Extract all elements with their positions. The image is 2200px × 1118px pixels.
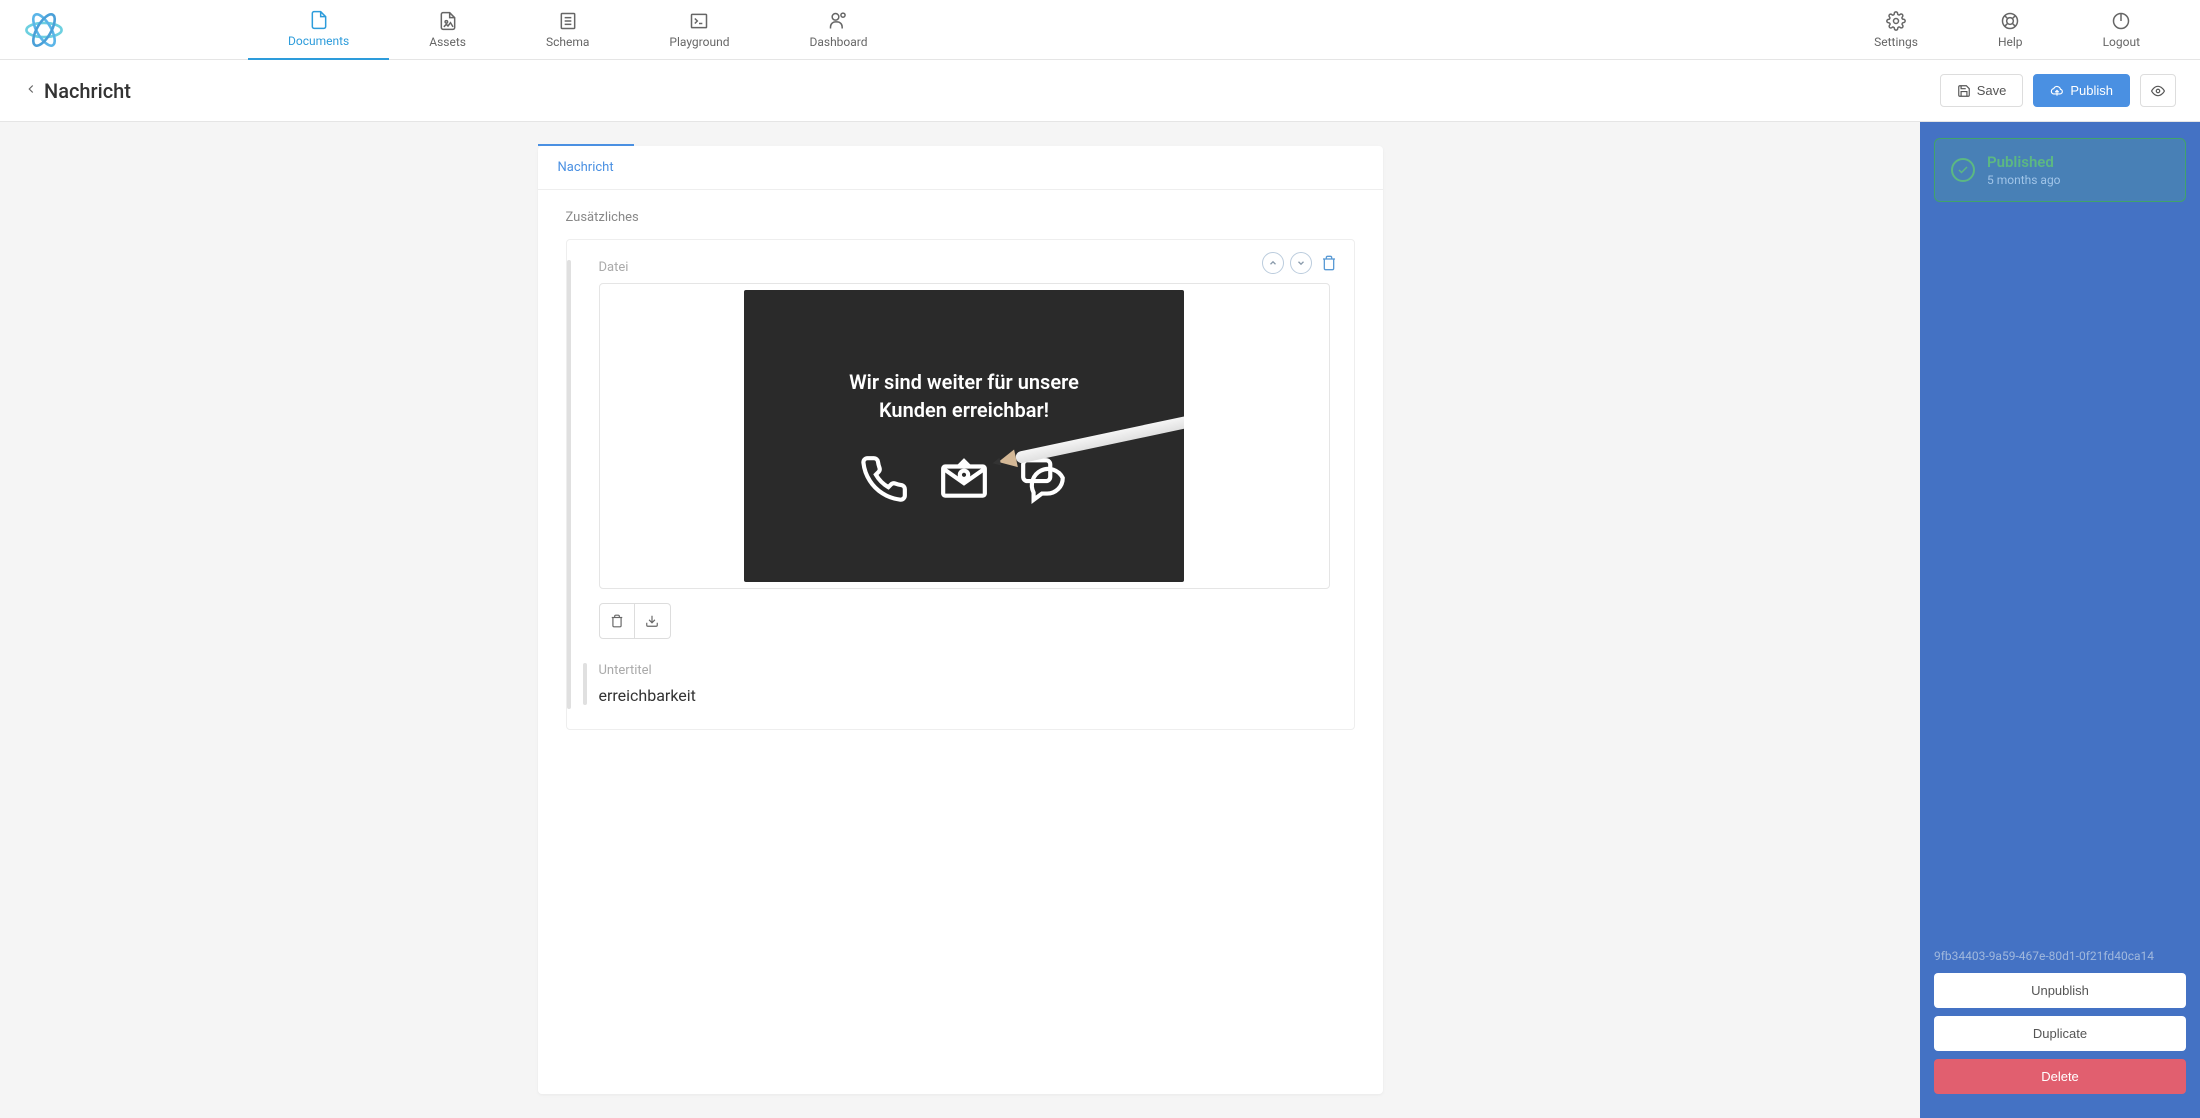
- nav-label: Playground: [669, 35, 729, 49]
- nav-label: Schema: [546, 35, 589, 49]
- save-icon: [1957, 84, 1971, 98]
- tab-nachricht[interactable]: Nachricht: [538, 144, 634, 189]
- status-title: Published: [1987, 153, 2061, 171]
- phone-icon: [859, 454, 909, 504]
- move-up-button[interactable]: [1262, 252, 1284, 274]
- image-text-line2: Kunden erreichbar!: [849, 396, 1079, 424]
- delete-block-button[interactable]: [1318, 252, 1340, 274]
- page-header: Nachricht Save Publish: [0, 60, 2200, 122]
- download-image-button[interactable]: [635, 603, 671, 639]
- field-label-datei: Datei: [599, 260, 1330, 275]
- nav-label: Settings: [1874, 35, 1918, 49]
- preview-image: Wir sind weiter für unsere Kunden erreic…: [744, 290, 1184, 582]
- field-block-datei: Datei Wir sind weiter für unsere Kunden …: [566, 239, 1355, 730]
- trash-icon: [610, 614, 624, 628]
- document-id: 9fb34403-9a59-467e-80d1-0f21fd40ca14: [1934, 949, 2186, 963]
- save-button[interactable]: Save: [1940, 74, 2024, 107]
- section-label: Zusätzliches: [566, 210, 1355, 225]
- back-button[interactable]: [24, 81, 38, 100]
- nav-assets[interactable]: Assets: [389, 0, 506, 60]
- untertitel-value[interactable]: erreichbarkeit: [599, 686, 1330, 705]
- nav-settings[interactable]: Settings: [1834, 0, 1958, 60]
- form-panel: Nachricht Zusätzliches: [538, 146, 1383, 1094]
- nav-dashboard[interactable]: Dashboard: [769, 0, 907, 60]
- email-icon: [939, 454, 989, 504]
- nav-playground[interactable]: Playground: [629, 0, 769, 60]
- save-label: Save: [1977, 83, 2007, 98]
- trash-icon: [1321, 255, 1337, 271]
- image-text-line1: Wir sind weiter für unsere: [849, 368, 1079, 396]
- nav-label: Assets: [429, 35, 466, 49]
- tab-label: Nachricht: [558, 160, 614, 175]
- right-sidebar: Published 5 months ago 9fb34403-9a59-467…: [1920, 122, 2200, 1118]
- nav-schema[interactable]: Schema: [506, 0, 629, 60]
- download-icon: [645, 614, 659, 628]
- nav-label: Help: [1998, 35, 2023, 49]
- nav-documents[interactable]: Documents: [248, 0, 389, 60]
- publish-label: Publish: [2070, 83, 2113, 98]
- field-label-untertitel: Untertitel: [599, 663, 1330, 678]
- eye-icon: [2151, 84, 2165, 98]
- upload-cloud-icon: [2050, 84, 2064, 98]
- move-down-button[interactable]: [1290, 252, 1312, 274]
- image-preview-box[interactable]: Wir sind weiter für unsere Kunden erreic…: [599, 283, 1330, 589]
- app-logo[interactable]: [20, 6, 68, 54]
- delete-button[interactable]: Delete: [1934, 1059, 2186, 1094]
- status-subtitle: 5 months ago: [1987, 173, 2061, 187]
- nav-label: Logout: [2103, 35, 2140, 49]
- chevron-up-icon: [1268, 258, 1278, 268]
- unpublish-button[interactable]: Unpublish: [1934, 973, 2186, 1008]
- top-navigation: Documents Assets Schema Playground Dashb…: [0, 0, 2200, 60]
- check-circle-icon: [1951, 158, 1975, 182]
- nav-help[interactable]: Help: [1958, 0, 2063, 60]
- nav-logout[interactable]: Logout: [2063, 0, 2180, 60]
- nav-label: Documents: [288, 34, 349, 48]
- chevron-down-icon: [1296, 258, 1306, 268]
- nav-label: Dashboard: [809, 35, 867, 49]
- publish-button[interactable]: Publish: [2033, 74, 2130, 107]
- page-title: Nachricht: [44, 79, 131, 103]
- preview-button[interactable]: [2140, 74, 2176, 107]
- remove-image-button[interactable]: [599, 603, 635, 639]
- status-card: Published 5 months ago: [1934, 138, 2186, 202]
- duplicate-button[interactable]: Duplicate: [1934, 1016, 2186, 1051]
